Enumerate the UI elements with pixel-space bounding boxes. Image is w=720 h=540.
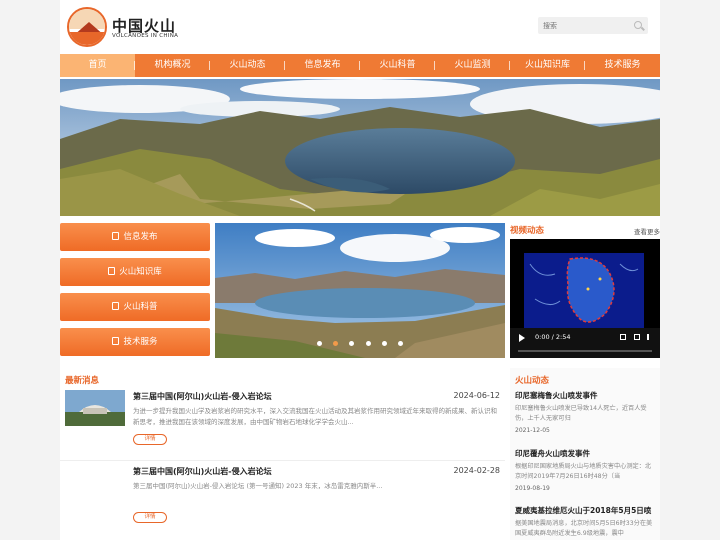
video-frame-map: [510, 239, 660, 328]
news-title[interactable]: 第三届中国(阿尔山)火山岩-侵入岩论坛: [133, 391, 272, 402]
book-icon: [108, 267, 116, 275]
volcano-news-item-title[interactable]: 夏威夷基拉维厄火山于2018年5月5日喷: [515, 505, 657, 516]
news-detail-button[interactable]: 详情: [133, 434, 167, 445]
nav-item-science[interactable]: 火山科普: [360, 54, 435, 77]
news-summary: 第三届中国(阿尔山)火山岩-侵入岩论坛 (第一号通知) 2023 年末，冰岛雷克…: [133, 482, 383, 490]
volcano-news-title: 火山动态: [515, 376, 550, 386]
news-thumbnail[interactable]: [65, 390, 125, 426]
search-box: [538, 17, 648, 34]
quick-links: 信息发布 火山知识库 火山科普 技术服务: [60, 223, 210, 363]
video-time: 0:00 / 2:54: [535, 333, 571, 341]
nav-label: 火山知识库: [524, 60, 570, 70]
news-detail-button[interactable]: 详情: [133, 512, 167, 523]
page: 中国火山 VOLCANOES IN CHINA 首页 机构概况 火山动态 信息发…: [60, 0, 660, 540]
slider-dot[interactable]: [349, 341, 355, 346]
nav-item-monitoring[interactable]: 火山监测: [435, 54, 510, 77]
logo-subtitle: VOLCANOES IN CHINA: [112, 33, 179, 39]
flask-icon: [112, 302, 120, 310]
volcano-news-item-title[interactable]: 印尼覆舟火山喷发事件: [515, 448, 657, 459]
volcano-news-item-date: 2021-12-05: [515, 427, 550, 434]
news-list: 第三届中国(阿尔山)火山岩-侵入岩论坛 2024-06-12 为进一步提升我国火…: [60, 386, 505, 536]
nav-item-volcano-news[interactable]: 火山动态: [210, 54, 285, 77]
nav-item-knowledge[interactable]: 火山知识库: [510, 54, 585, 77]
header: 中国火山 VOLCANOES IN CHINA: [60, 0, 660, 52]
nav-item-services[interactable]: 技术服务: [585, 54, 660, 77]
fullscreen-icon[interactable]: [634, 334, 640, 340]
news-title[interactable]: 第三届中国(阿尔山)火山岩-侵入岩论坛: [133, 466, 272, 477]
quick-link-science[interactable]: 火山科普: [60, 293, 210, 321]
news-summary: 为进一步提升我国火山学及岩浆岩的研究水平，深入交流我国在火山活动及其岩浆作用研究…: [133, 407, 497, 426]
volcano-news-item[interactable]: 夏威夷基拉维厄火山于2018年5月5日喷 据美国地震局消息，北京时间5月5日6时…: [515, 505, 657, 539]
quick-link-label: 火山科普: [123, 302, 158, 312]
video-section-title: 视频动态: [510, 226, 545, 236]
video-controls: 0:00 / 2:54: [510, 328, 660, 358]
quick-link-knowledge[interactable]: 火山知识库: [60, 258, 210, 286]
video-player[interactable]: 0:00 / 2:54: [510, 239, 660, 358]
slider-dot[interactable]: [365, 341, 371, 346]
main-nav: 首页 机构概况 火山动态 信息发布 火山科普 火山监测 火山知识库 技术服务: [60, 54, 660, 77]
video-section-header: 视频动态 查看更多: [510, 223, 660, 237]
nav-label: 火山监测: [454, 60, 491, 70]
volcano-news-item[interactable]: 印尼覆舟火山喷发事件 根据印尼国家地质局火山与地质灾害中心测定：北京时间2019…: [515, 448, 657, 492]
nav-label: 技术服务: [604, 60, 641, 70]
volcano-news-item-summary: 据美国地震局消息，北京时间5月5日6时33分在美国夏威夷群岛附近发生6.9级地震…: [515, 520, 653, 537]
latest-news-title: 最新消息: [65, 376, 100, 386]
nav-label: 机构概况: [154, 60, 191, 70]
quick-link-announcements[interactable]: 信息发布: [60, 223, 210, 251]
nav-item-home[interactable]: 首页: [60, 54, 135, 77]
volcano-news-item-title[interactable]: 印尼塞梅鲁火山喷发事件: [515, 390, 657, 401]
quick-link-label: 信息发布: [123, 232, 158, 242]
play-icon[interactable]: [519, 334, 525, 342]
slider-dot[interactable]: [317, 341, 323, 346]
news-item[interactable]: 第三届中国(阿尔山)火山岩-侵入岩论坛 2024-06-12 为进一步提升我国火…: [60, 386, 505, 461]
volcano-news-item-date: 2019-08-19: [515, 485, 550, 492]
nav-label: 信息发布: [304, 60, 341, 70]
news-date: 2024-02-28: [453, 466, 501, 475]
volcano-news-item-summary: 根据印尼国家地质局火山与地质灾害中心测定：北京时间2019年7月26日16时48…: [515, 463, 652, 480]
document-icon: [112, 232, 120, 240]
nav-label: 火山科普: [379, 60, 416, 70]
search-icon[interactable]: [634, 21, 642, 29]
tool-icon: [112, 337, 120, 345]
nav-label: 首页: [88, 60, 107, 70]
quick-link-services[interactable]: 技术服务: [60, 328, 210, 356]
nav-label: 火山动态: [229, 60, 266, 70]
slider-dot-active[interactable]: [333, 341, 339, 346]
slider-dot[interactable]: [381, 341, 387, 346]
slider-dots: [215, 331, 505, 350]
image-slider[interactable]: [215, 223, 505, 358]
volcano-news-item[interactable]: 印尼塞梅鲁火山喷发事件 印尼塞梅鲁火山喷发已导致14人死亡，近百人受伤，上千人无…: [515, 390, 657, 434]
volcano-news-panel: 火山动态 印尼塞梅鲁火山喷发事件 印尼塞梅鲁火山喷发已导致14人死亡，近百人受伤…: [510, 368, 660, 540]
volume-icon[interactable]: [620, 334, 626, 340]
news-date: 2024-06-12: [453, 391, 501, 400]
hero-banner: [60, 79, 660, 216]
quick-link-label: 火山知识库: [119, 267, 162, 277]
video-more-link[interactable]: 查看更多: [634, 226, 660, 236]
volcano-news-item-summary: 印尼塞梅鲁火山喷发已导致14人死亡，近百人受伤，上千人无家可归: [515, 405, 647, 422]
logo-icon[interactable]: [67, 7, 107, 47]
nav-item-about[interactable]: 机构概况: [135, 54, 210, 77]
more-options-icon[interactable]: [647, 334, 649, 340]
news-item[interactable]: 第三届中国(阿尔山)火山岩-侵入岩论坛 2024-02-28 第三届中国(阿尔山…: [60, 461, 505, 536]
slider-dot[interactable]: [397, 341, 403, 346]
video-progress-bar[interactable]: [518, 350, 652, 352]
quick-link-label: 技术服务: [123, 337, 158, 347]
crater-lake-image: [60, 79, 660, 216]
nav-item-announcements[interactable]: 信息发布: [285, 54, 360, 77]
search-input[interactable]: [538, 17, 628, 34]
